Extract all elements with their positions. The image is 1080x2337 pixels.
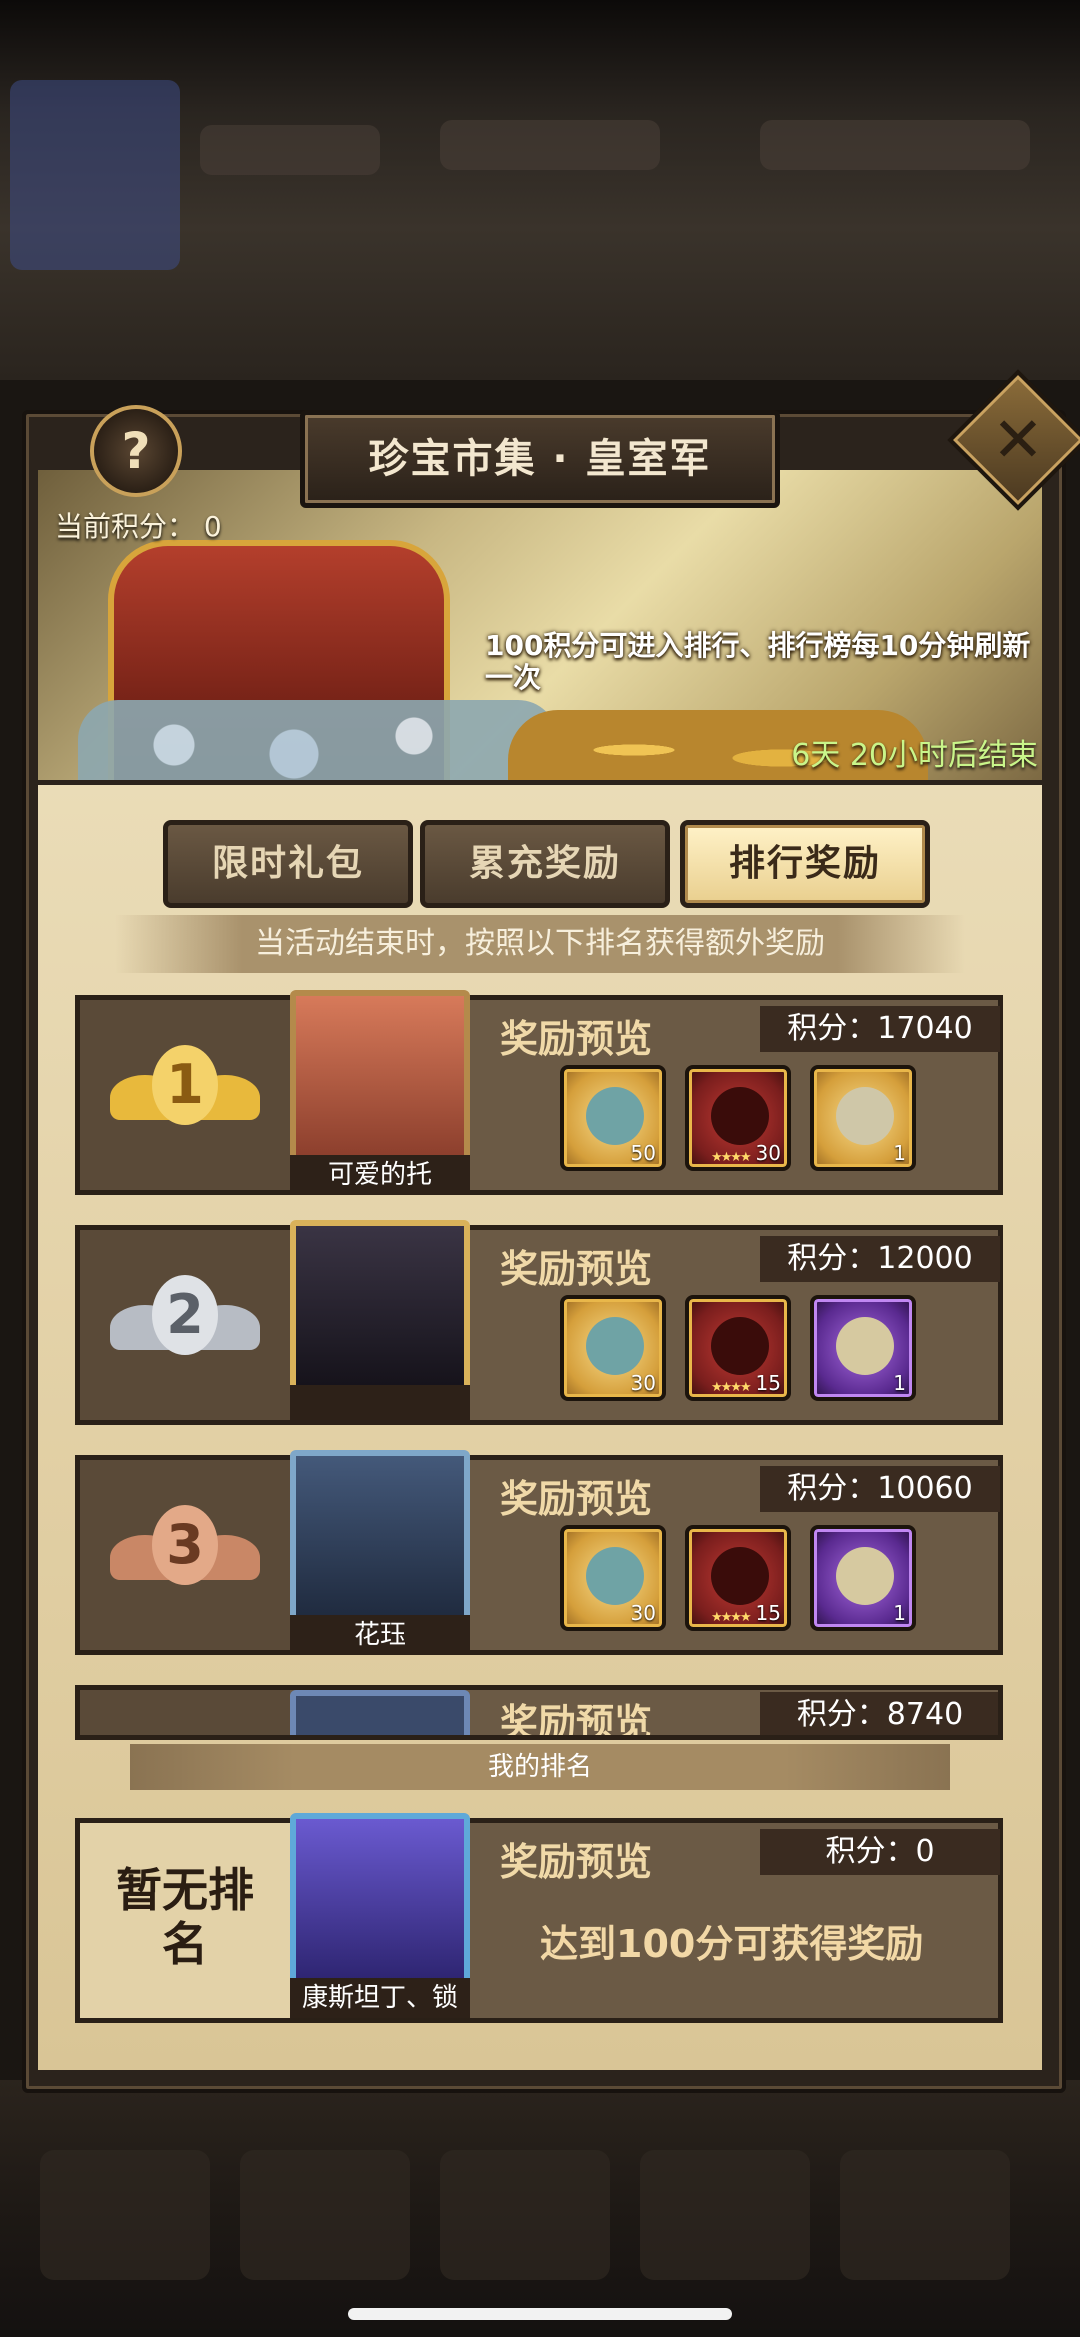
diamond-bar-blur — [760, 120, 1030, 170]
ranking-notice: 100积分可进入排行、排行榜每10分钟刷新一次 — [485, 629, 1031, 694]
no-rank-label: 暂无排名 — [116, 1863, 254, 1971]
my-rank-row: 暂无排名 康斯坦丁、锁 奖励预览 积分：0 达到100分可获得奖励 — [75, 1813, 1003, 2023]
bottom-nav-tab — [640, 2150, 810, 2280]
player-name-blur — [200, 125, 380, 175]
rank-row: 奖励预览 积分：8740 — [75, 1685, 1003, 1740]
reward-preview-label: 奖励预览 — [500, 1701, 653, 1740]
player-avatar-blur — [10, 80, 180, 270]
player-avatar[interactable] — [290, 1450, 470, 1625]
player-avatar[interactable] — [290, 1690, 470, 1735]
reward-item-chest-icon[interactable]: 1 — [810, 1525, 916, 1631]
bottom-nav-tab — [40, 2150, 210, 2280]
reward-preview-label: 奖励预览 — [500, 1840, 653, 1884]
rank-medal-area: 3 — [80, 1460, 290, 1650]
my-rank-status-area: 暂无排名 — [80, 1823, 290, 2018]
bottom-nav-tab — [440, 2150, 610, 2280]
my-score: 积分：0 — [760, 1829, 1000, 1875]
reward-item-chest-icon[interactable]: 1 — [810, 1295, 916, 1401]
rank-row: 2 奖励预览 积分：12000 30 ★★★★ 15 1 — [75, 1220, 1003, 1425]
my-avatar[interactable] — [290, 1813, 470, 1988]
rank-score: 积分：17040 — [760, 1006, 1000, 1052]
modal-title: 珍宝市集 · 皇室军 — [300, 410, 780, 508]
rank-score: 积分：10060 — [760, 1466, 1000, 1512]
player-name: 可爱的托 — [290, 1155, 470, 1195]
reward-preview-label: 奖励预览 — [500, 1477, 653, 1521]
reach-requirement: 达到100分可获得奖励 — [540, 1922, 924, 1966]
tab-rank-reward[interactable]: 排行奖励 — [680, 820, 930, 908]
rank-medal-gold-icon: 1 — [110, 1045, 260, 1145]
tab-limited-pack[interactable]: 限时礼包 — [163, 820, 413, 908]
player-avatar[interactable] — [290, 990, 470, 1165]
close-icon: ✕ — [992, 403, 1044, 476]
reward-item-compass-icon[interactable]: 30 — [560, 1525, 666, 1631]
rank-row: 1 可爱的托 奖励预览 积分：17040 50 ★★★★ 30 1 — [75, 990, 1003, 1195]
reward-preview-label: 奖励预览 — [500, 1017, 653, 1061]
rank-score: 积分：8740 — [760, 1692, 998, 1735]
background-top — [0, 0, 1080, 380]
my-name: 康斯坦丁、锁 — [290, 1978, 470, 2018]
rank-medal-silver-icon: 2 — [110, 1275, 260, 1375]
rank-medal-area: 1 — [80, 1000, 290, 1190]
reward-preview-label: 奖励预览 — [500, 1247, 653, 1291]
player-avatar[interactable] — [290, 1220, 470, 1395]
reward-item-hero-shard-icon[interactable]: ★★★★ 30 — [685, 1065, 791, 1171]
tab-recharge-reward[interactable]: 累充奖励 — [420, 820, 670, 908]
reward-item-hero-shard-icon[interactable]: ★★★★ 15 — [685, 1525, 791, 1631]
player-name — [290, 1385, 470, 1425]
rank-score: 积分：12000 — [760, 1236, 1000, 1282]
current-points: 当前积分： 0 — [55, 510, 222, 543]
rank-medal-area: 2 — [80, 1230, 290, 1420]
bottom-nav-tab — [240, 2150, 410, 2280]
rank-medal-area — [80, 1690, 290, 1735]
help-button[interactable]: ? — [90, 405, 182, 497]
gems-pile-art — [78, 700, 558, 780]
reward-item-compass-icon[interactable]: 30 — [560, 1295, 666, 1401]
home-indicator[interactable] — [348, 2308, 732, 2320]
gold-bar-blur — [440, 120, 660, 170]
reward-item-chest-icon[interactable]: 1 — [810, 1065, 916, 1171]
rank-row: 3 花珏 奖励预览 积分：10060 30 ★★★★ 15 1 — [75, 1450, 1003, 1655]
reward-item-compass-icon[interactable]: 50 — [560, 1065, 666, 1171]
rank-medal-bronze-icon: 3 — [110, 1505, 260, 1605]
my-rank-divider: 我的排名 — [130, 1744, 950, 1790]
bottom-nav-tab — [840, 2150, 1010, 2280]
reward-item-hero-shard-icon[interactable]: ★★★★ 15 — [685, 1295, 791, 1401]
event-timer: 6天 20小时后结束 — [791, 738, 1038, 773]
rank-reward-subheader: 当活动结束时，按照以下排名获得额外奖励 — [115, 915, 965, 973]
player-name: 花珏 — [290, 1615, 470, 1655]
